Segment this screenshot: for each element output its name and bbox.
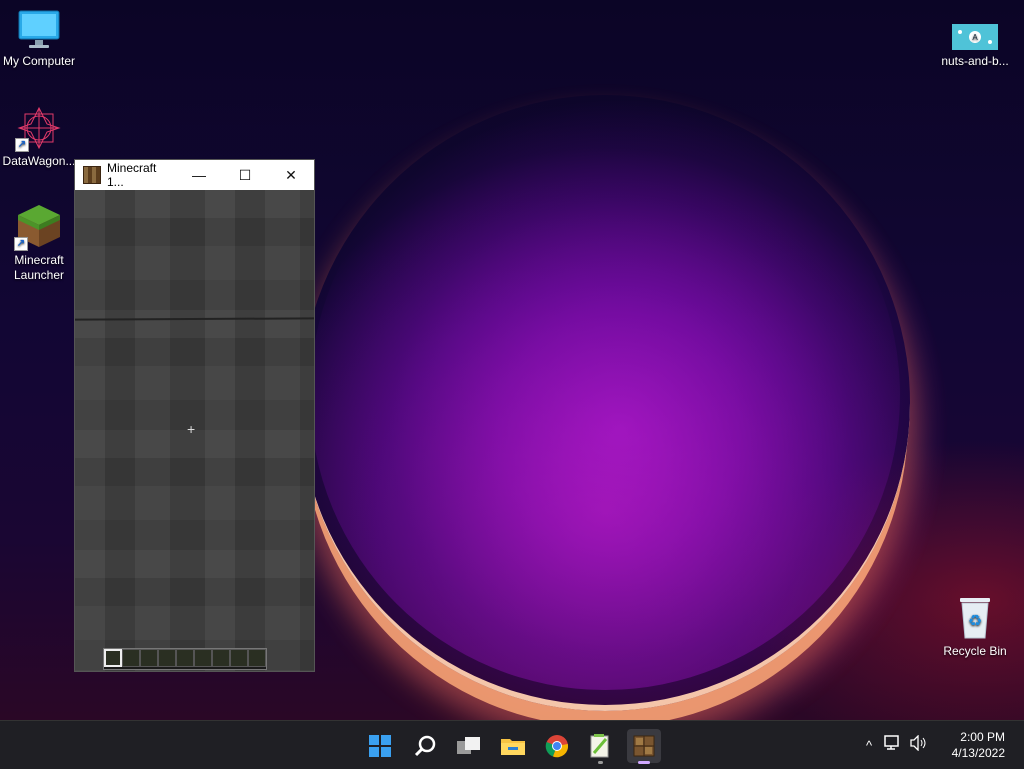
running-indicator bbox=[598, 761, 603, 764]
game-viewport[interactable]: + bbox=[75, 190, 314, 671]
hotbar-slot[interactable] bbox=[122, 649, 140, 667]
wallpaper-ring bbox=[300, 95, 910, 711]
hotbar-slot[interactable] bbox=[212, 649, 230, 667]
desktop-icon-label: DataWagon... bbox=[2, 154, 76, 168]
hotbar-slot[interactable] bbox=[248, 649, 266, 667]
desktop-icon-datawagon[interactable]: ↗ DataWagon... bbox=[1, 106, 77, 169]
block-edge bbox=[75, 317, 314, 321]
minimize-button[interactable]: — bbox=[176, 160, 222, 190]
clock-time: 2:00 PM bbox=[960, 730, 1005, 744]
desktop-icon-my-computer[interactable]: My Computer bbox=[1, 10, 77, 69]
hotbar-slot[interactable] bbox=[230, 649, 248, 667]
datawagon-icon: ↗ bbox=[15, 106, 61, 152]
hotbar-slot[interactable] bbox=[140, 649, 158, 667]
chevron-up-icon[interactable]: ^ bbox=[866, 738, 872, 753]
close-button[interactable]: ✕ bbox=[268, 160, 314, 190]
hotbar-slot[interactable] bbox=[158, 649, 176, 667]
shortcut-arrow-icon: ↗ bbox=[15, 138, 29, 152]
system-tray: ^ bbox=[866, 721, 930, 769]
clock-date: 4/13/2022 bbox=[951, 746, 1005, 760]
svg-text:A: A bbox=[972, 33, 978, 42]
minecraft-icon[interactable] bbox=[627, 729, 661, 764]
crafting-table-icon bbox=[83, 166, 101, 184]
start-icon[interactable] bbox=[363, 729, 397, 763]
monitor-icon bbox=[18, 10, 60, 50]
volume-icon[interactable] bbox=[910, 733, 930, 756]
hotbar-slot[interactable] bbox=[176, 649, 194, 667]
window-title: Minecraft 1... bbox=[107, 161, 157, 189]
hotbar-slot[interactable] bbox=[194, 649, 212, 667]
file-explorer-icon[interactable] bbox=[496, 729, 530, 763]
desktop-icon-label: My Computer bbox=[2, 54, 76, 68]
desktop-icon-recycle-bin[interactable]: ♻ Recycle Bin bbox=[937, 596, 1013, 659]
notepad-plus-icon[interactable] bbox=[583, 729, 617, 764]
minecraft-window[interactable]: Minecraft 1... — ☐ ✕ + bbox=[74, 159, 315, 672]
crosshair-icon: + bbox=[187, 421, 196, 437]
maximize-button[interactable]: ☐ bbox=[222, 160, 268, 190]
shortcut-arrow-icon: ↗ bbox=[14, 237, 28, 251]
task-view-icon[interactable] bbox=[452, 729, 486, 763]
active-indicator bbox=[638, 761, 650, 764]
desktop-icon-label: Recycle Bin bbox=[943, 644, 1007, 658]
chrome-icon[interactable] bbox=[540, 729, 574, 763]
search-icon[interactable] bbox=[408, 729, 442, 763]
recycle-bin-icon: ♻ bbox=[957, 596, 993, 640]
svg-text:♻: ♻ bbox=[968, 611, 982, 630]
taskbar: ^ 2:00 PM 4/13/2022 bbox=[0, 720, 1024, 769]
hotbar-slot[interactable] bbox=[104, 649, 122, 667]
hotbar[interactable] bbox=[103, 648, 267, 670]
desktop-icon-minecraft-launcher[interactable]: ↗ Minecraft Launcher bbox=[1, 203, 77, 283]
thumbnail-icon: A bbox=[952, 24, 998, 50]
desktop-icon-nuts-and-bolts[interactable]: A nuts-and-b... bbox=[935, 24, 1015, 69]
network-icon[interactable] bbox=[884, 734, 902, 756]
window-titlebar[interactable]: Minecraft 1... — ☐ ✕ bbox=[75, 160, 314, 190]
grass-block-icon: ↗ bbox=[14, 203, 62, 251]
clock[interactable]: 2:00 PM 4/13/2022 bbox=[952, 729, 1005, 761]
desktop-icon-label: nuts-and-b... bbox=[941, 54, 1009, 68]
desktop-icon-label: Minecraft Launcher bbox=[13, 253, 65, 282]
